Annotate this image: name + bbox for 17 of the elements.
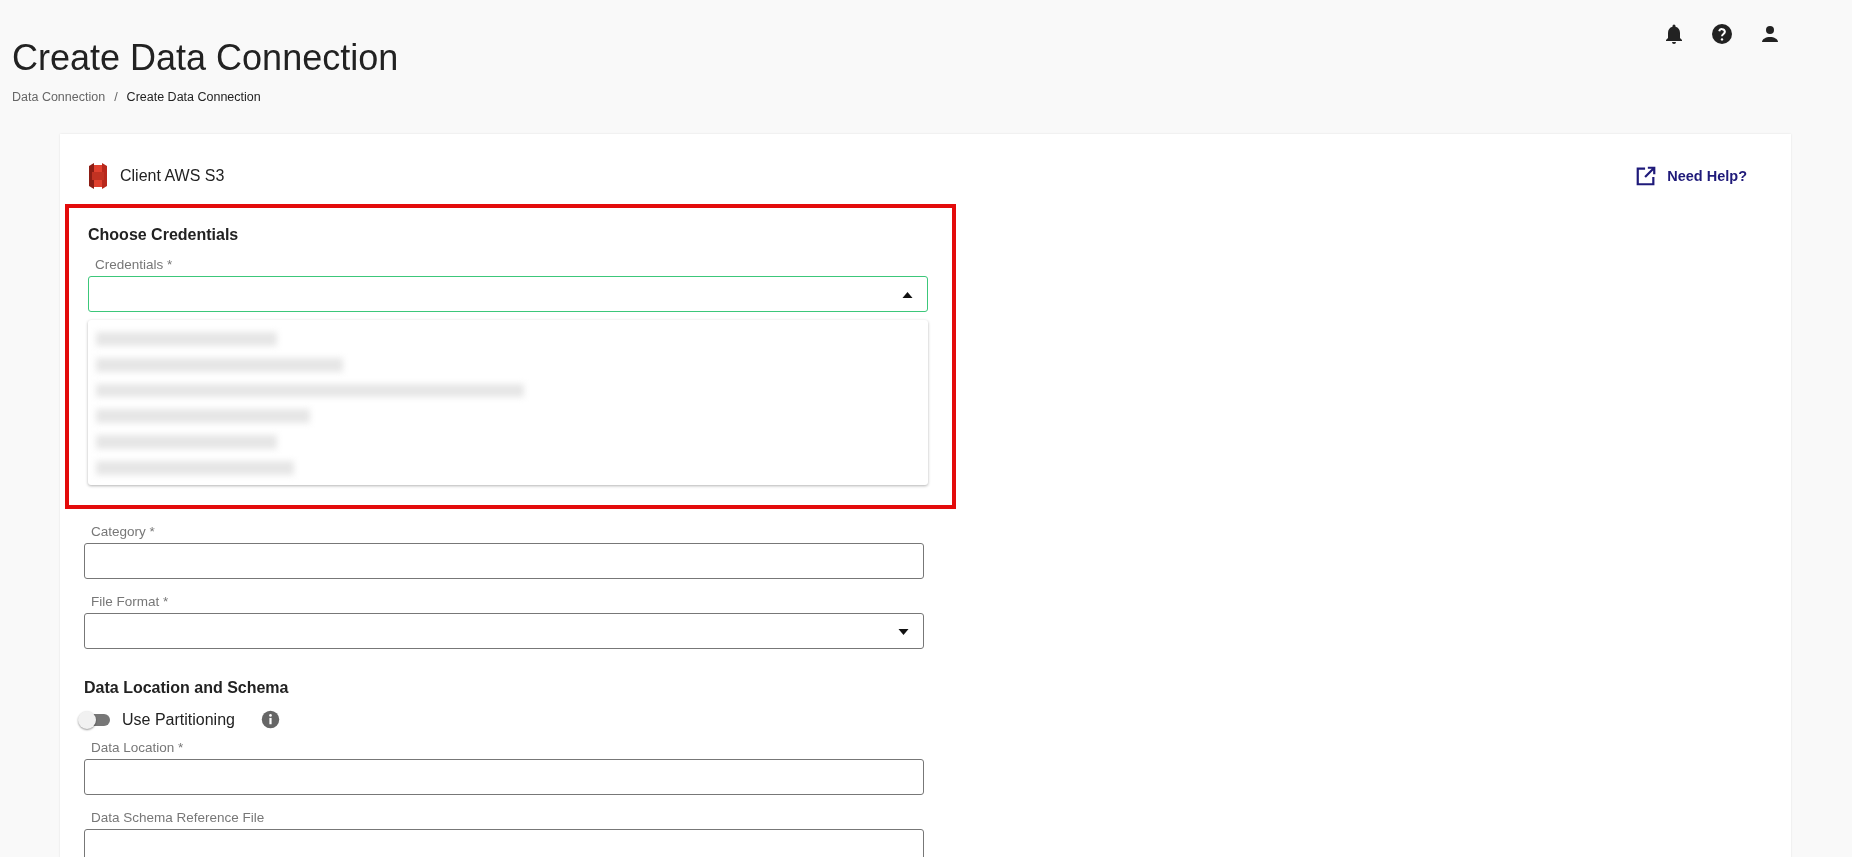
info-icon[interactable] bbox=[260, 709, 280, 729]
help-icon[interactable] bbox=[1710, 22, 1734, 46]
blurred-option[interactable] bbox=[96, 357, 344, 372]
need-help-link[interactable]: Need Help? bbox=[1635, 165, 1747, 187]
external-link-icon bbox=[1635, 165, 1658, 187]
bucket-logo-icon bbox=[86, 162, 110, 190]
connector-name: Client AWS S3 bbox=[120, 167, 225, 185]
breadcrumb-item: Create Data Connection bbox=[126, 90, 261, 104]
breadcrumb-separator: / bbox=[114, 90, 118, 104]
caret-icon bbox=[902, 292, 913, 298]
section-heading: Data Location and Schema bbox=[84, 679, 290, 697]
blurred-option[interactable] bbox=[96, 435, 278, 450]
breadcrumb-item[interactable]: Data Connection bbox=[12, 90, 106, 104]
page-title: Create Data Connection bbox=[12, 36, 399, 80]
switch-label: Use Partitioning bbox=[122, 711, 235, 729]
section-heading: Choose Credentials bbox=[88, 226, 240, 244]
blurred-option[interactable] bbox=[96, 409, 311, 424]
